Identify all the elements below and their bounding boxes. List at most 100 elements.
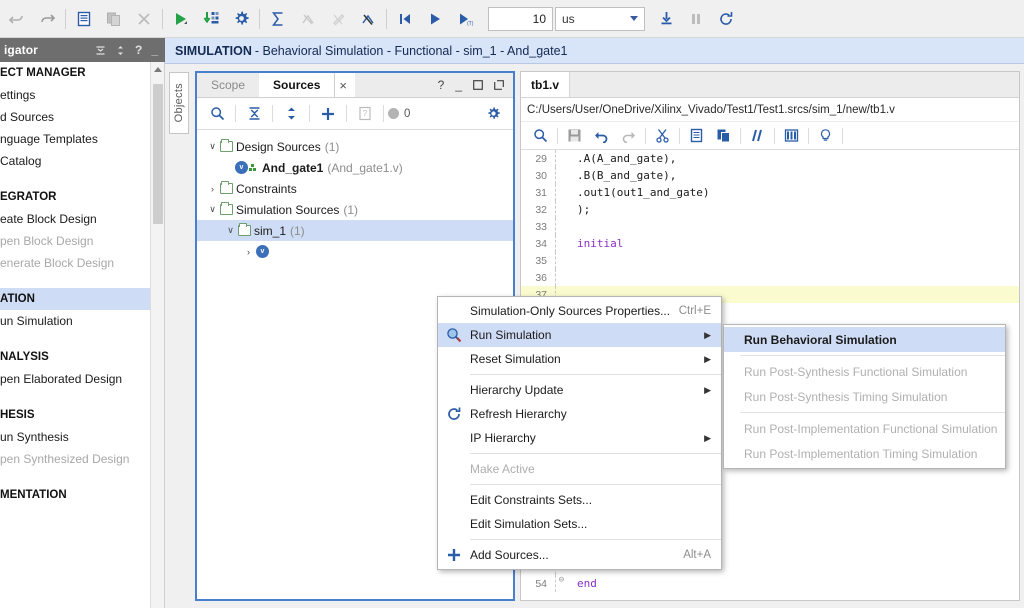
fold-gutter[interactable]: ⊖ bbox=[555, 575, 567, 592]
sigma-icon[interactable] bbox=[263, 4, 293, 34]
break-link-icon[interactable] bbox=[353, 4, 383, 34]
step-icon[interactable] bbox=[651, 4, 681, 34]
float-icon[interactable] bbox=[494, 80, 504, 90]
menu-item-hierarchy-update[interactable]: Hierarchy Update ▶ bbox=[438, 378, 721, 402]
nav-item-open-synthesized-design[interactable]: pen Synthesized Design bbox=[0, 448, 164, 470]
search-icon[interactable] bbox=[203, 101, 231, 127]
chevron-down-icon[interactable]: ∨ bbox=[223, 225, 238, 236]
pencil-disabled-icon[interactable] bbox=[323, 4, 353, 34]
nav-item-run-synthesis[interactable]: un Synthesis bbox=[0, 426, 164, 448]
status-dot-icon bbox=[388, 108, 399, 119]
nav-item-ip-catalog[interactable]: Catalog bbox=[0, 150, 164, 172]
maximize-icon[interactable] bbox=[473, 80, 483, 90]
columns-icon[interactable] bbox=[778, 124, 805, 148]
tab-tb1-v[interactable]: tb1.v bbox=[521, 72, 571, 97]
minimize-icon[interactable]: _ bbox=[455, 78, 462, 92]
help-icon[interactable]: ? bbox=[135, 44, 142, 56]
expand-icon[interactable] bbox=[115, 45, 126, 56]
break-disabled-icon[interactable] bbox=[293, 4, 323, 34]
add-sources-icon[interactable] bbox=[314, 101, 342, 127]
nav-item-settings[interactable]: ettings bbox=[0, 84, 164, 106]
menu-item-refresh-hierarchy[interactable]: Refresh Hierarchy bbox=[438, 402, 721, 426]
tree-row-and-gate1[interactable]: v And_gate1 (And_gate1.v) bbox=[197, 157, 513, 178]
tab-sources[interactable]: Sources bbox=[259, 73, 336, 97]
comment-icon[interactable] bbox=[744, 124, 771, 148]
cut-icon[interactable] bbox=[649, 124, 676, 148]
chevron-right-icon[interactable]: › bbox=[205, 184, 220, 194]
collapse-all-icon[interactable] bbox=[240, 101, 268, 127]
scrollbar-thumb[interactable] bbox=[153, 84, 163, 224]
restart-icon[interactable] bbox=[390, 4, 420, 34]
save-icon[interactable] bbox=[561, 124, 588, 148]
sources-tree: ∨ Design Sources (1) v And_gate1 (And_ga… bbox=[197, 130, 513, 262]
fold-gutter[interactable] bbox=[555, 218, 567, 235]
objects-tab[interactable]: Objects bbox=[169, 72, 189, 134]
paste-icon[interactable] bbox=[99, 4, 129, 34]
bulb-icon[interactable] bbox=[812, 124, 839, 148]
nav-item-generate-block-design[interactable]: enerate Block Design bbox=[0, 252, 164, 274]
menu-item-simulation-only-sources-properties[interactable]: Simulation-Only Sources Properties... Ctr… bbox=[438, 299, 721, 323]
nav-gap bbox=[0, 274, 164, 288]
run-all-icon[interactable] bbox=[420, 4, 450, 34]
copy-icon[interactable] bbox=[683, 124, 710, 148]
navigator-scrollbar[interactable] bbox=[150, 62, 164, 608]
menu-item-ip-hierarchy[interactable]: IP Hierarchy ▶ bbox=[438, 426, 721, 450]
fold-gutter[interactable] bbox=[555, 201, 567, 218]
settings-gear-icon[interactable] bbox=[226, 4, 256, 34]
svg-text:?: ? bbox=[363, 109, 368, 118]
restart-circular-icon[interactable] bbox=[711, 4, 741, 34]
help-icon[interactable]: ? bbox=[438, 78, 445, 92]
menu-item-run-simulation[interactable]: Run Simulation ▶ bbox=[438, 323, 721, 347]
nav-item-create-block-design[interactable]: eate Block Design bbox=[0, 208, 164, 230]
undo-icon[interactable] bbox=[2, 4, 32, 34]
run-for-icon[interactable]: (T) bbox=[450, 4, 480, 34]
menu-item-edit-simulation-sets[interactable]: Edit Simulation Sets... bbox=[438, 512, 721, 536]
undo-icon[interactable] bbox=[588, 124, 615, 148]
tree-row-testbench[interactable]: › v bbox=[197, 241, 513, 262]
nav-item-add-sources[interactable]: d Sources bbox=[0, 106, 164, 128]
fold-gutter[interactable] bbox=[555, 167, 567, 184]
redo-icon[interactable] bbox=[32, 4, 62, 34]
fold-gutter[interactable] bbox=[555, 184, 567, 201]
menu-item-edit-constraints-sets[interactable]: Edit Constraints Sets... bbox=[438, 488, 721, 512]
fold-gutter[interactable] bbox=[555, 150, 567, 167]
run-time-input[interactable]: 10 bbox=[488, 6, 553, 31]
relaunch-icon[interactable] bbox=[196, 4, 226, 34]
time-unit-select[interactable]: us bbox=[555, 6, 645, 31]
code-line: 32); bbox=[521, 201, 1019, 218]
paste-icon[interactable] bbox=[710, 124, 737, 148]
chevron-down-icon[interactable]: ∨ bbox=[205, 141, 220, 152]
submenu-item-run-behavioral-simulation[interactable]: Run Behavioral Simulation bbox=[724, 327, 1005, 352]
tab-scope[interactable]: Scope bbox=[197, 73, 259, 97]
chevron-down-icon[interactable]: ∨ bbox=[205, 204, 220, 215]
report-icon[interactable]: ? bbox=[351, 101, 379, 127]
tree-row-design-sources[interactable]: ∨ Design Sources (1) bbox=[197, 136, 513, 157]
nav-item-open-elaborated-design[interactable]: pen Elaborated Design bbox=[0, 368, 164, 390]
fold-gutter[interactable] bbox=[555, 269, 567, 286]
fold-gutter[interactable] bbox=[555, 235, 567, 252]
fold-gutter[interactable] bbox=[555, 252, 567, 269]
tree-row-simulation-sources[interactable]: ∨ Simulation Sources (1) bbox=[197, 199, 513, 220]
nav-item-language-templates[interactable]: nguage Templates bbox=[0, 128, 164, 150]
scroll-up-icon[interactable] bbox=[154, 67, 162, 72]
minimize-icon[interactable]: _ bbox=[151, 44, 158, 56]
pause-icon[interactable] bbox=[681, 4, 711, 34]
collapse-all-icon[interactable] bbox=[95, 45, 106, 56]
tree-row-constraints[interactable]: › Constraints bbox=[197, 178, 513, 199]
toolbar-separator bbox=[272, 105, 273, 122]
copy-icon[interactable] bbox=[69, 4, 99, 34]
search-icon[interactable] bbox=[527, 124, 554, 148]
close-x-icon[interactable] bbox=[129, 4, 159, 34]
nav-section-simulation[interactable]: ATION bbox=[0, 288, 164, 310]
menu-item-add-sources[interactable]: Add Sources... Alt+A bbox=[438, 543, 721, 567]
close-icon[interactable]: × bbox=[335, 73, 355, 97]
chevron-right-icon[interactable]: › bbox=[241, 247, 256, 257]
run-green-icon[interactable] bbox=[166, 4, 196, 34]
redo-icon[interactable] bbox=[615, 124, 642, 148]
tree-row-sim-1[interactable]: ∨ sim_1 (1) bbox=[197, 220, 513, 241]
expand-all-icon[interactable] bbox=[277, 101, 305, 127]
gear-icon[interactable] bbox=[479, 101, 507, 127]
nav-item-run-simulation[interactable]: un Simulation bbox=[0, 310, 164, 332]
menu-item-reset-simulation[interactable]: Reset Simulation ▶ bbox=[438, 347, 721, 371]
nav-item-open-block-design[interactable]: pen Block Design bbox=[0, 230, 164, 252]
